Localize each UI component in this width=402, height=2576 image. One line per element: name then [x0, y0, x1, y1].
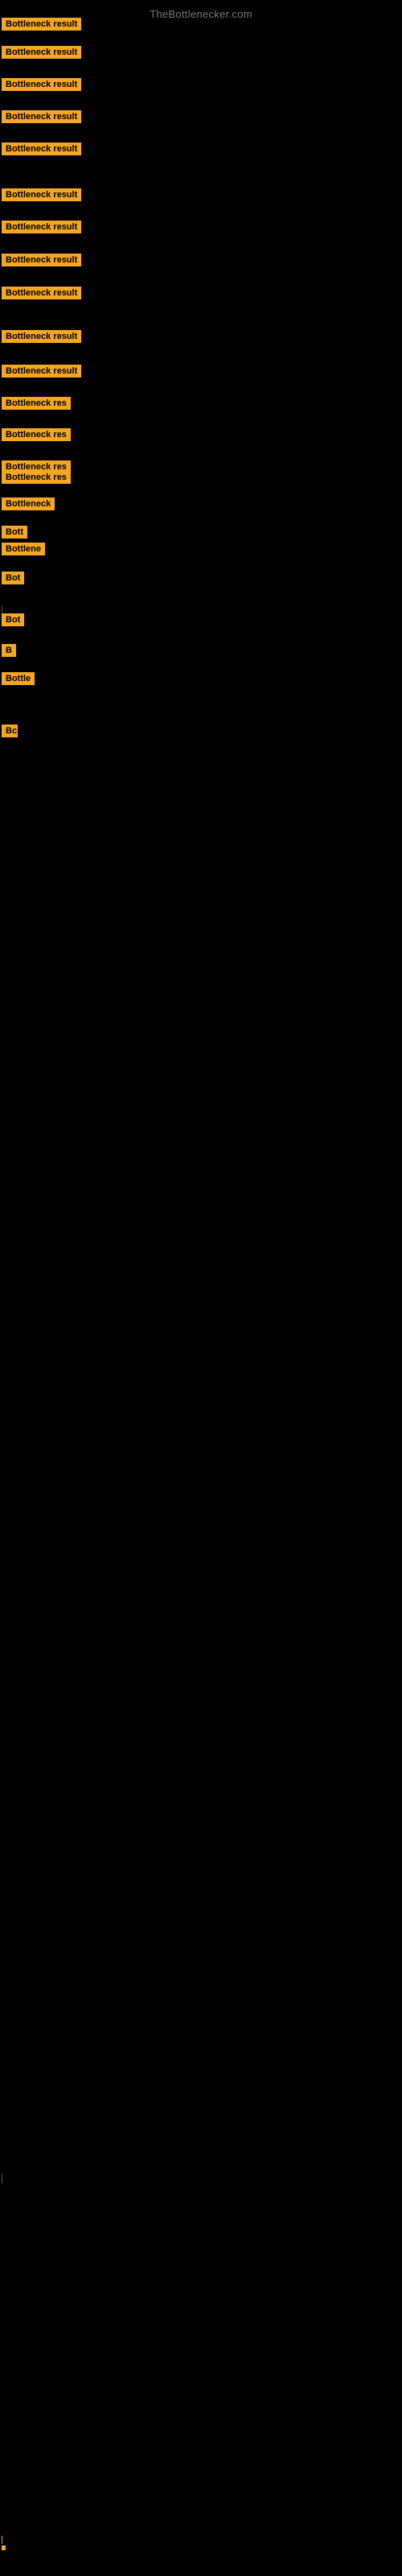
bottleneck-badge-5: Bottleneck result	[2, 142, 81, 155]
bottleneck-badge-1: Bottleneck result	[2, 18, 81, 31]
bottleneck-badge-8: Bottleneck result	[2, 254, 81, 266]
bottleneck-badge-4: Bottleneck result	[2, 110, 81, 123]
bottleneck-badge-19: Bot	[2, 572, 24, 584]
bottleneck-badge-7: Bottleneck result	[2, 221, 81, 233]
site-header: TheBottlenecker.com Bottleneck result Bo…	[0, 0, 402, 2576]
bottleneck-badge-21: B	[2, 644, 16, 657]
bottleneck-badge-17: Bott	[2, 526, 27, 539]
bottleneck-badge-15: Bottleneck res	[2, 471, 71, 484]
bottleneck-badge-13: Bottleneck res	[2, 428, 71, 441]
orange-mark-bottom	[2, 2545, 6, 2550]
bottleneck-badge-2: Bottleneck result	[2, 46, 81, 59]
bottleneck-badge-23: Bc	[2, 724, 18, 737]
bottleneck-badge-12: Bottleneck res	[2, 397, 71, 410]
bottleneck-badge-22: Bottle	[2, 672, 35, 685]
bottleneck-badge-9: Bottleneck result	[2, 287, 81, 299]
bottleneck-badge-10: Bottleneck result	[2, 330, 81, 343]
bottleneck-badge-6: Bottleneck result	[2, 188, 81, 201]
bottleneck-badge-3: Bottleneck result	[2, 78, 81, 91]
bottleneck-badge-18: Bottlene	[2, 543, 45, 555]
bottleneck-badge-16: Bottleneck	[2, 497, 55, 510]
bottleneck-badge-20: Bot	[2, 613, 24, 626]
bottleneck-badge-11: Bottleneck result	[2, 365, 81, 378]
